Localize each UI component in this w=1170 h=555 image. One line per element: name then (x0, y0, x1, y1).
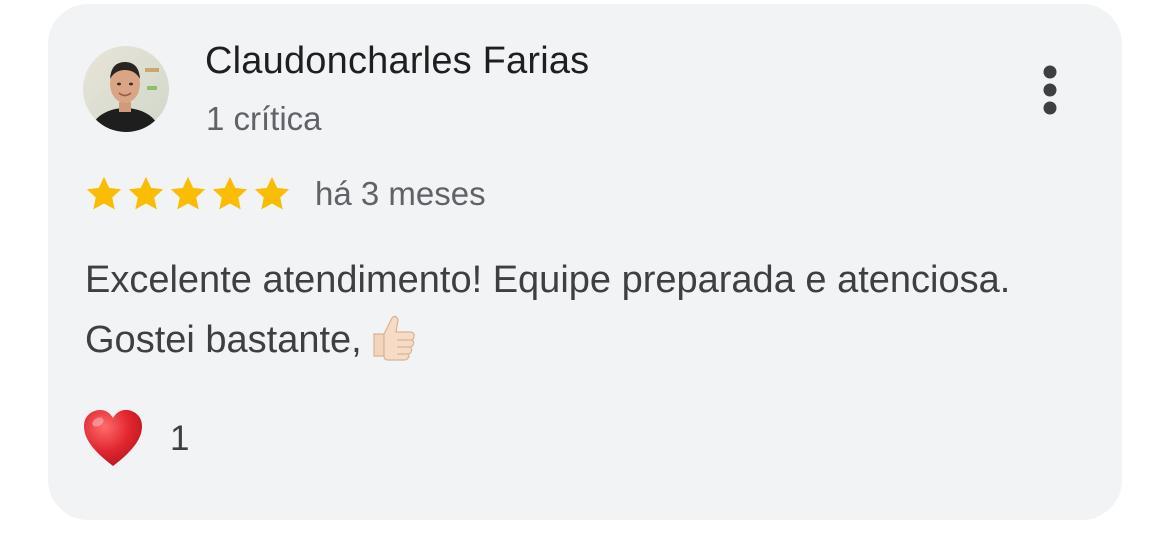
more-options-button[interactable] (1030, 58, 1070, 128)
star-icon (125, 173, 167, 215)
review-card: Claudoncharles Farias 1 crítica há 3 mes… (48, 4, 1122, 520)
reaction-count: 1 (170, 419, 190, 458)
person-avatar-icon (83, 46, 169, 132)
star-rating (83, 173, 293, 215)
review-date: há 3 meses (315, 175, 486, 212)
avatar[interactable] (83, 46, 169, 132)
review-text: Excelente atendimento! Equipe preparada … (85, 250, 1045, 370)
rating-row: há 3 meses (83, 172, 486, 216)
author-review-count: 1 crítica (206, 100, 322, 137)
star-icon (251, 173, 293, 215)
review-text-content: Excelente atendimento! Equipe preparada … (85, 259, 1011, 361)
red-heart-icon (80, 406, 146, 472)
author-name[interactable]: Claudoncharles Farias (205, 40, 589, 83)
thumbs-up-icon (366, 310, 418, 362)
star-icon (167, 173, 209, 215)
more-vertical-icon (1043, 65, 1057, 115)
star-icon (209, 173, 251, 215)
star-icon (83, 173, 125, 215)
reaction-like-button[interactable]: 1 (80, 406, 189, 472)
